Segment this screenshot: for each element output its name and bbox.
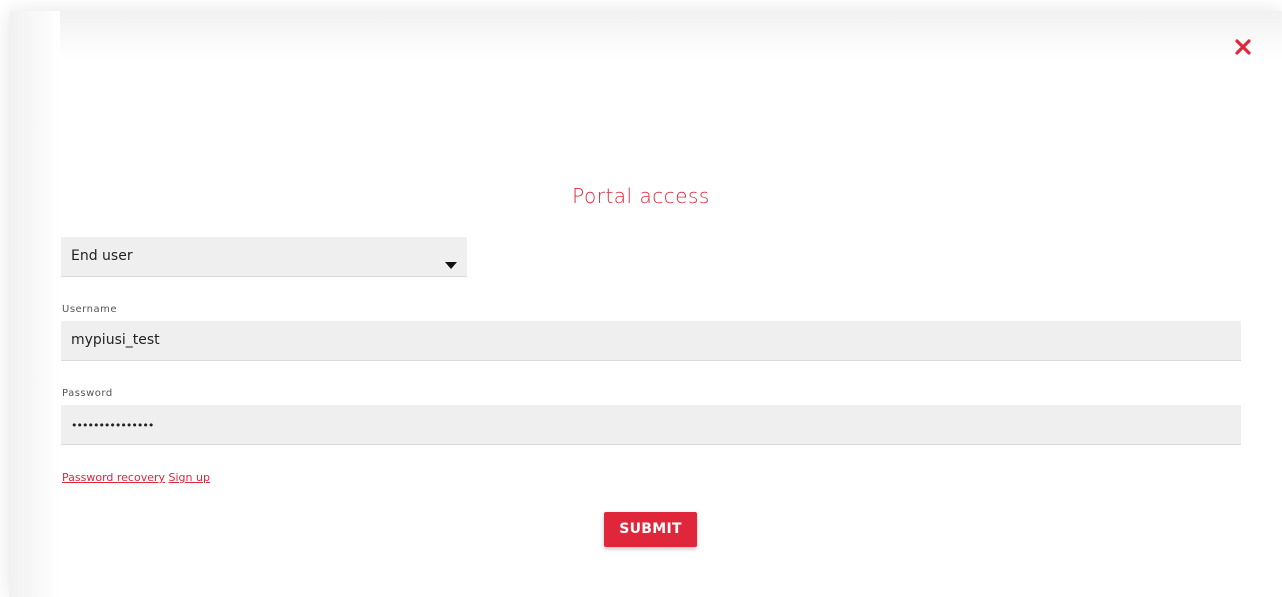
password-input[interactable]: •••••••••••••••: [61, 405, 1241, 445]
modal-shadow-top: [9, 11, 1282, 59]
user-type-select-value: End user: [71, 248, 133, 264]
password-recovery-link[interactable]: Password recovery: [62, 471, 165, 484]
submit-button[interactable]: SUBMIT: [604, 512, 697, 547]
sign-up-link[interactable]: Sign up: [169, 471, 210, 484]
user-type-select[interactable]: End user: [61, 237, 467, 277]
login-modal: [9, 11, 1282, 597]
username-label: Username: [62, 304, 117, 315]
username-value: mypiusi_test: [71, 332, 160, 348]
username-input[interactable]: mypiusi_test: [61, 321, 1241, 361]
password-label: Password: [62, 388, 113, 399]
caret-down-icon: [445, 254, 457, 273]
auth-links: Password recovery Sign up: [62, 471, 210, 484]
dialog-title: Portal access: [572, 184, 710, 208]
password-value: •••••••••••••••: [71, 419, 154, 432]
close-icon[interactable]: [1232, 36, 1254, 58]
modal-shadow-left: [9, 11, 60, 597]
